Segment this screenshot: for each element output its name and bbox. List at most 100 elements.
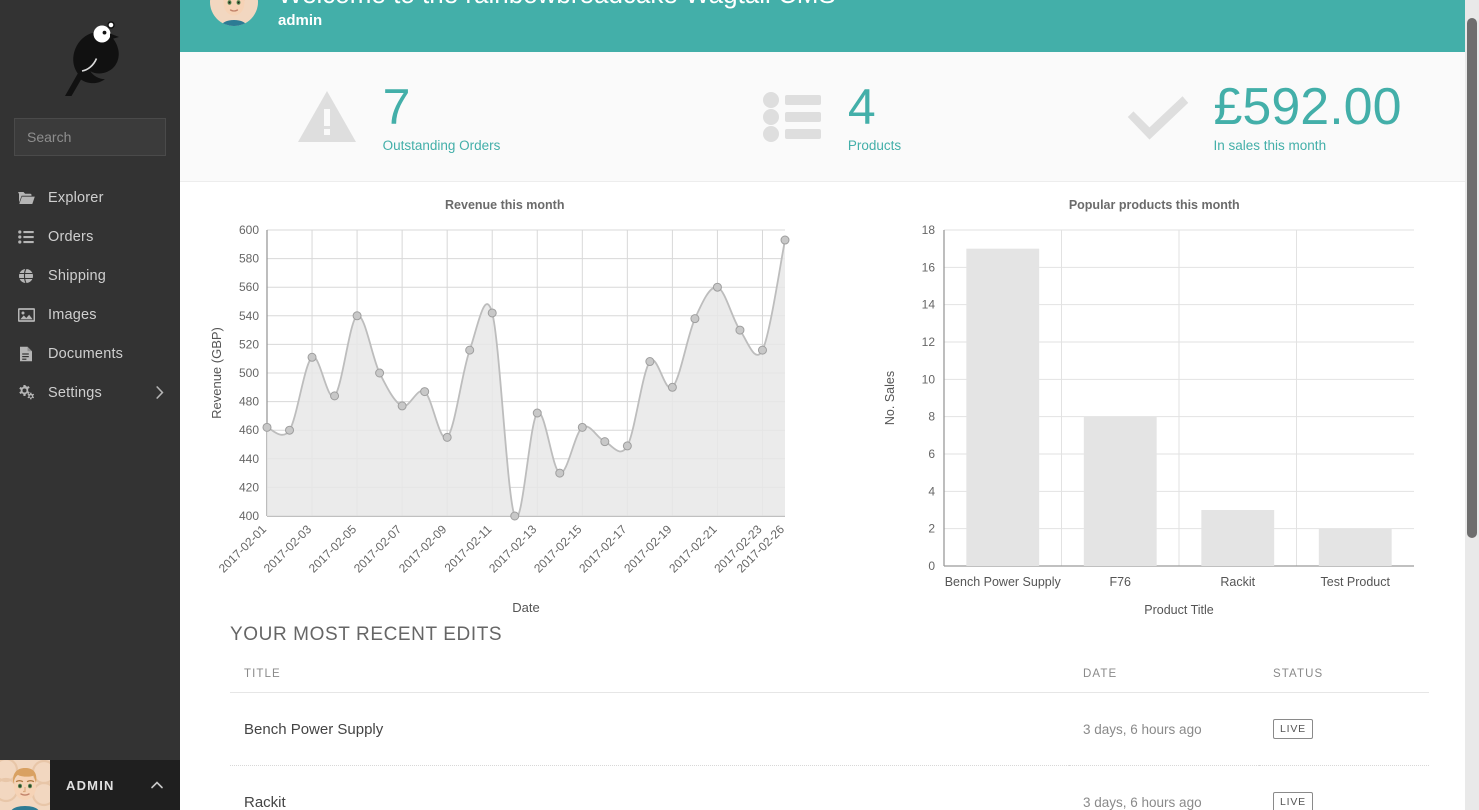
svg-text:8: 8	[929, 410, 936, 424]
row-title[interactable]: Bench Power Supply	[230, 692, 1069, 766]
svg-text:480: 480	[239, 395, 259, 409]
sidebar-item-documents[interactable]: Documents	[0, 334, 180, 373]
globe-icon	[16, 267, 36, 285]
sidebar-item-explorer[interactable]: Explorer	[0, 178, 180, 217]
svg-text:14: 14	[922, 298, 936, 312]
search-box[interactable]	[14, 118, 224, 156]
row-status: LIVE	[1259, 692, 1429, 766]
svg-text:460: 460	[239, 423, 259, 437]
sidebar-item-label: Explorer	[48, 189, 104, 206]
image-icon	[16, 306, 36, 324]
app-root: Explorer Orders	[0, 0, 1479, 810]
products-chart: Popular products this month 0 2 4 6 8 10 12 14 1…	[830, 198, 1479, 616]
svg-text:Bench Power Supply: Bench Power Supply	[945, 575, 1062, 589]
table-row[interactable]: Rackit 3 days, 6 hours ago LIVE	[230, 765, 1429, 810]
sidebar-item-settings[interactable]: Settings	[0, 373, 180, 412]
svg-text:Rackit: Rackit	[1221, 575, 1256, 589]
svg-text:6: 6	[929, 447, 936, 461]
svg-text:440: 440	[239, 452, 259, 466]
sidebar-item-label: Shipping	[48, 267, 107, 284]
sidebar-item-label: Documents	[48, 345, 124, 362]
status-badge: LIVE	[1273, 792, 1313, 810]
svg-text:0: 0	[929, 559, 936, 573]
svg-text:580: 580	[239, 252, 259, 266]
row-date: 3 days, 6 hours ago	[1069, 765, 1259, 810]
recent-edits-table: TITLE DATE STATUS Bench Power Supply 3 d…	[230, 668, 1429, 810]
stat-value: 4	[847, 79, 876, 135]
sidebar-item-label: Settings	[48, 384, 102, 401]
svg-text:2017-02-01: 2017-02-01	[216, 522, 270, 576]
user-name-label: ADMIN	[66, 777, 115, 793]
stat-sales[interactable]: £592.00 In sales this month	[1046, 80, 1479, 153]
stat-label: In sales this month	[1213, 138, 1327, 153]
svg-text:F76: F76	[1110, 575, 1132, 589]
table-row[interactable]: Bench Power Supply 3 days, 6 hours ago L…	[230, 692, 1429, 766]
svg-text:2017-02-09: 2017-02-09	[396, 522, 450, 576]
stat-outstanding-orders[interactable]: 7 Outstanding Orders	[180, 80, 613, 153]
welcome-banner: Welcome to the rainbowbreadcake Wagtail …	[180, 0, 1479, 52]
document-icon	[16, 345, 36, 363]
column-header-status[interactable]: STATUS	[1259, 668, 1429, 693]
sidebar-item-orders[interactable]: Orders	[0, 217, 180, 256]
table-header-row: TITLE DATE STATUS	[230, 668, 1429, 693]
svg-text:2: 2	[929, 522, 936, 536]
svg-text:2017-02-13: 2017-02-13	[486, 522, 540, 576]
main-content: Welcome to the rainbowbreadcake Wagtail …	[180, 0, 1479, 810]
logo[interactable]	[0, 0, 180, 118]
svg-text:420: 420	[239, 480, 259, 494]
svg-text:Product Title: Product Title	[1145, 603, 1215, 616]
chevron-right-icon	[156, 386, 164, 399]
charts-row: Revenue this month 400 420 440 460 480 500 520…	[180, 182, 1479, 616]
sidebar-item-shipping[interactable]: Shipping	[0, 256, 180, 295]
svg-text:2017-02-07: 2017-02-07	[351, 522, 405, 576]
avatar	[0, 760, 50, 810]
column-header-date[interactable]: DATE	[1069, 668, 1259, 693]
column-header-title[interactable]: TITLE	[230, 668, 1069, 693]
user-menu[interactable]: ADMIN	[0, 760, 180, 810]
svg-text:400: 400	[239, 509, 259, 523]
sidebar: Explorer Orders	[0, 0, 224, 810]
username-label: admin	[278, 12, 323, 29]
stat-value: £592.00	[1213, 78, 1402, 136]
svg-text:No. Sales: No. Sales	[883, 371, 897, 425]
stat-label: Products	[847, 138, 902, 153]
sidebar-item-label: Orders	[48, 228, 94, 245]
svg-text:520: 520	[239, 337, 259, 351]
page-title: Welcome to the rainbowbreadcake Wagtail …	[278, 0, 836, 10]
status-badge: LIVE	[1273, 719, 1313, 739]
stat-label: Outstanding Orders	[382, 138, 501, 153]
stat-products[interactable]: 4 Products	[613, 80, 1046, 153]
row-status: LIVE	[1259, 765, 1429, 810]
svg-text:560: 560	[239, 280, 259, 294]
svg-text:Date: Date	[512, 600, 539, 615]
gears-icon	[16, 384, 36, 402]
avatar	[210, 0, 258, 26]
revenue-chart: Revenue this month 400 420 440 460 480 500 520…	[180, 198, 830, 615]
sidebar-item-label: Images	[48, 306, 97, 323]
svg-text:16: 16	[922, 260, 936, 274]
svg-text:2017-02-17: 2017-02-17	[576, 522, 630, 576]
row-title[interactable]: Rackit	[230, 765, 1069, 810]
svg-text:2017-02-03: 2017-02-03	[261, 522, 315, 576]
svg-text:2017-02-15: 2017-02-15	[531, 522, 585, 576]
sidebar-nav: Explorer Orders Shipping Images Document…	[0, 178, 180, 412]
svg-text:2017-02-05: 2017-02-05	[306, 522, 360, 576]
svg-text:600: 600	[239, 223, 259, 237]
list-icon	[16, 228, 36, 246]
stats-summary: 7 Outstanding Orders 4 Products £592.00 …	[180, 52, 1479, 182]
chart-title: Popular products this month	[1068, 198, 1240, 212]
bird-logo-icon	[65, 21, 119, 96]
chevron-up-icon[interactable]	[150, 778, 164, 792]
page-scrollbar[interactable]	[1465, 0, 1479, 810]
page-title: YOUR MOST RECENT EDITS	[230, 624, 503, 645]
scrollbar-thumb[interactable]	[1467, 18, 1477, 538]
sidebar-item-images[interactable]: Images	[0, 295, 180, 334]
folder-open-icon	[16, 189, 36, 207]
svg-text:2017-02-21: 2017-02-21	[666, 522, 720, 576]
svg-text:10: 10	[922, 372, 936, 386]
row-date: 3 days, 6 hours ago	[1069, 692, 1259, 766]
stat-value: 7	[382, 79, 411, 135]
svg-text:4: 4	[929, 484, 936, 498]
products-bar-chart: 0 2 4 6 8 10 12 14 16 18 Bench Power Supply F76 Rack…	[883, 223, 1415, 616]
svg-text:2017-02-19: 2017-02-19	[621, 522, 675, 576]
